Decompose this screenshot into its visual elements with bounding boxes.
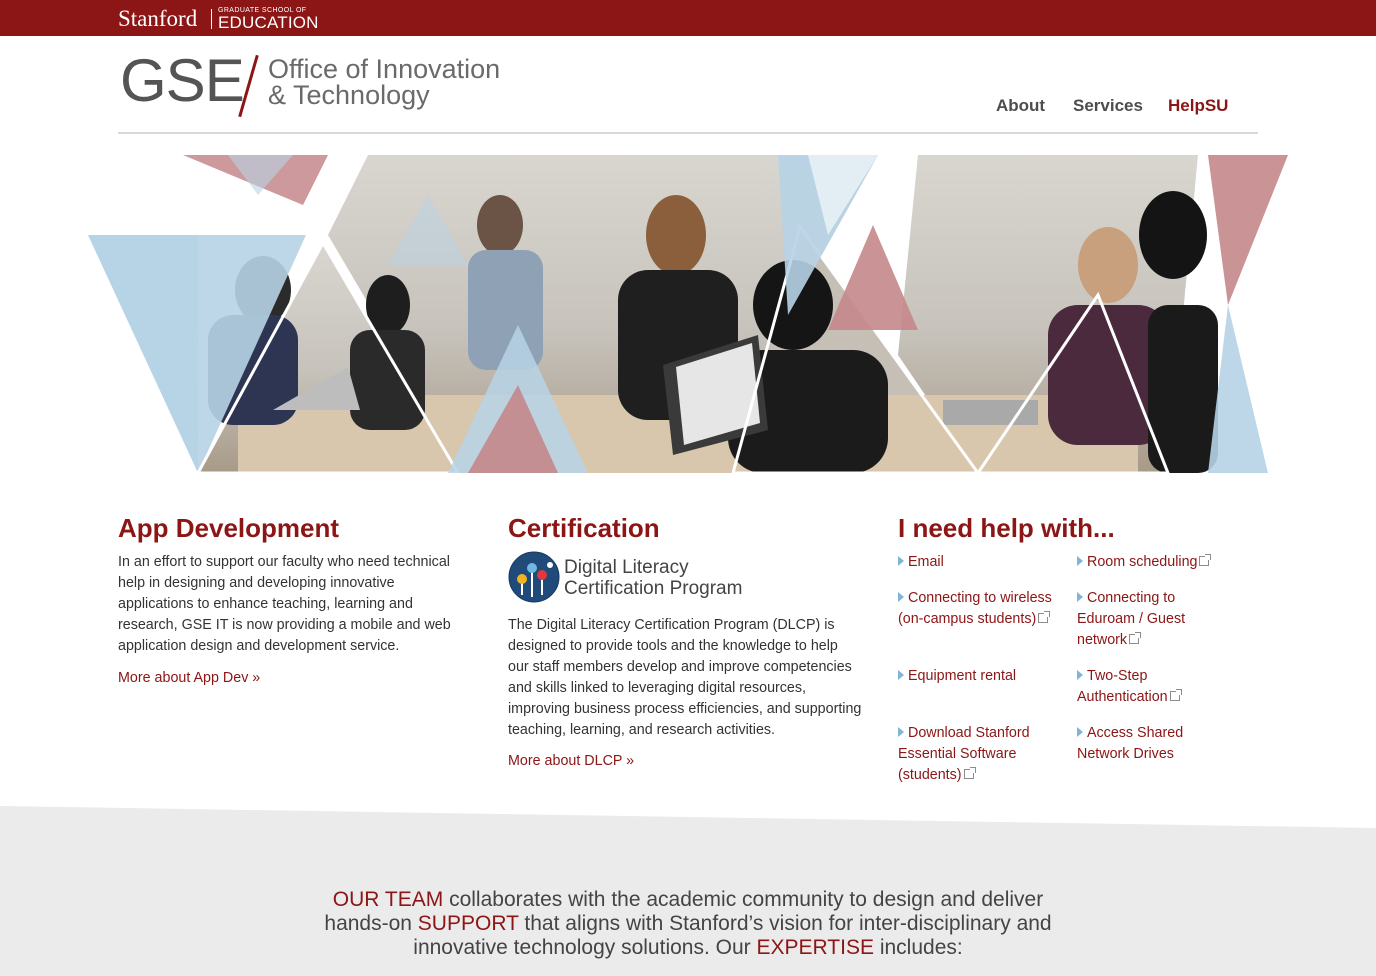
dlcp-logo-line2: Certification Program <box>564 578 743 599</box>
dlcp-logo-icon <box>508 551 560 603</box>
help-link-text: Two-Step <box>1087 668 1148 684</box>
link-arrow-icon <box>898 727 904 737</box>
team-text: includes: <box>873 936 963 959</box>
highlight-our-team: OUR TEAM <box>332 888 444 911</box>
help-heading: I need help with... <box>898 513 1115 543</box>
cert-text-line: our staff members develop and improve co… <box>508 659 852 675</box>
team-line-2: hands-on SUPPORT that aligns with Stanfo… <box>300 912 1076 936</box>
help-link-eduroam[interactable]: Connecting to Eduroam / Guest network <box>1077 588 1227 651</box>
link-arrow-icon <box>1077 592 1083 602</box>
help-link-email[interactable]: Email <box>898 552 944 573</box>
help-link-wireless[interactable]: Connecting to wireless (on-campus studen… <box>898 588 1068 630</box>
help-link-text: Connecting to wireless <box>908 590 1052 606</box>
nav-services[interactable]: Services <box>1073 96 1143 120</box>
team-text: hands-on <box>324 912 418 935</box>
stanford-wordmark[interactable]: Stanford <box>118 6 197 32</box>
help-link-text: (on-campus students) <box>898 611 1037 627</box>
help-link-text: Download Stanford <box>908 725 1030 741</box>
help-link-equipment-rental[interactable]: Equipment rental <box>898 666 1016 687</box>
help-link-text: Room scheduling <box>1087 554 1198 570</box>
dlcp-logo-line1: Digital Literacy <box>564 557 689 578</box>
cert-text-line: designed to provide tools and the knowle… <box>508 638 838 654</box>
wordmark-divider <box>211 9 212 29</box>
cert-text-line: and skills linked to leveraging digital … <box>508 680 807 696</box>
team-statement: OUR TEAM collaborates with the academic … <box>300 888 1076 960</box>
logo-line1: Office of Innovation <box>268 54 501 84</box>
link-arrow-icon <box>898 556 904 566</box>
external-link-icon <box>1199 554 1212 566</box>
help-link-network-drives[interactable]: Access Shared Network Drives <box>1077 723 1227 765</box>
cert-text-line: teaching, learning, and research activit… <box>508 722 776 738</box>
help-link-text: Network Drives <box>1077 746 1174 762</box>
external-link-icon <box>1038 611 1051 623</box>
help-link-text: network <box>1077 632 1128 648</box>
more-app-dev-link[interactable]: More about App Dev » <box>118 668 260 688</box>
link-arrow-icon <box>898 670 904 680</box>
more-dlcp-link[interactable]: More about DLCP » <box>508 751 634 771</box>
link-arrow-icon <box>898 592 904 602</box>
team-line-1: OUR TEAM collaborates with the academic … <box>300 888 1076 912</box>
help-link-text: Eduroam / Guest <box>1077 611 1186 627</box>
logo-line2: & Technology <box>268 80 430 110</box>
team-text: innovative technology solutions. Our <box>413 936 757 959</box>
external-link-icon <box>963 767 976 779</box>
help-link-text: Email <box>908 554 944 570</box>
logo-gse: GSE <box>120 47 245 114</box>
help-link-text: Access Shared <box>1087 725 1184 741</box>
app-text-line: research, GSE IT is now providing a mobi… <box>118 617 451 633</box>
highlight-support: SUPPORT <box>417 912 519 935</box>
certification-text: The Digital Literacy Certification Progr… <box>508 615 878 741</box>
certification-heading: Certification <box>508 513 660 543</box>
header-divider <box>118 132 1258 134</box>
stanford-topbar: Stanford GRADUATE SCHOOL OF EDUCATION <box>0 0 1376 36</box>
app-text-line: applications to enhance teaching, learni… <box>118 596 413 612</box>
app-text-line: application design and development servi… <box>118 638 400 654</box>
help-link-text: Authentication <box>1077 689 1168 705</box>
team-text: collaborates with the academic community… <box>443 888 1044 911</box>
help-link-room-scheduling[interactable]: Room scheduling <box>1077 552 1212 573</box>
link-arrow-icon <box>1077 727 1083 737</box>
help-link-text: (students) <box>898 767 962 783</box>
nav-helpsu[interactable]: HelpSU <box>1168 96 1228 120</box>
app-development-heading: App Development <box>118 513 340 543</box>
team-text: that aligns with Stanford’s vision for i… <box>518 912 1052 935</box>
app-text-line: help in designing and developing innovat… <box>118 575 395 591</box>
external-link-icon <box>1129 632 1142 644</box>
app-text-line: In an effort to support our faculty who … <box>118 554 450 570</box>
link-arrow-icon <box>1077 670 1083 680</box>
link-arrow-icon <box>1077 556 1083 566</box>
help-link-text: Connecting to <box>1087 590 1176 606</box>
help-link-two-step[interactable]: Two-Step Authentication <box>1077 666 1227 708</box>
nav-about[interactable]: About <box>996 96 1045 120</box>
help-link-download-software[interactable]: Download Stanford Essential Software (st… <box>898 723 1068 786</box>
help-link-text: Essential Software <box>898 746 1017 762</box>
help-link-text: Equipment rental <box>908 668 1017 684</box>
team-line-3: innovative technology solutions. Our EXP… <box>300 936 1076 960</box>
app-development-text: In an effort to support our faculty who … <box>118 552 478 657</box>
education-label[interactable]: EDUCATION <box>218 14 319 32</box>
cert-text-line: improving business process efficiencies,… <box>508 701 862 717</box>
highlight-expertise: EXPERTISE <box>756 936 874 959</box>
external-link-icon <box>1169 689 1182 701</box>
cert-text-line: The Digital Literacy Certification Progr… <box>508 617 835 633</box>
hero-banner-image <box>88 155 1288 473</box>
